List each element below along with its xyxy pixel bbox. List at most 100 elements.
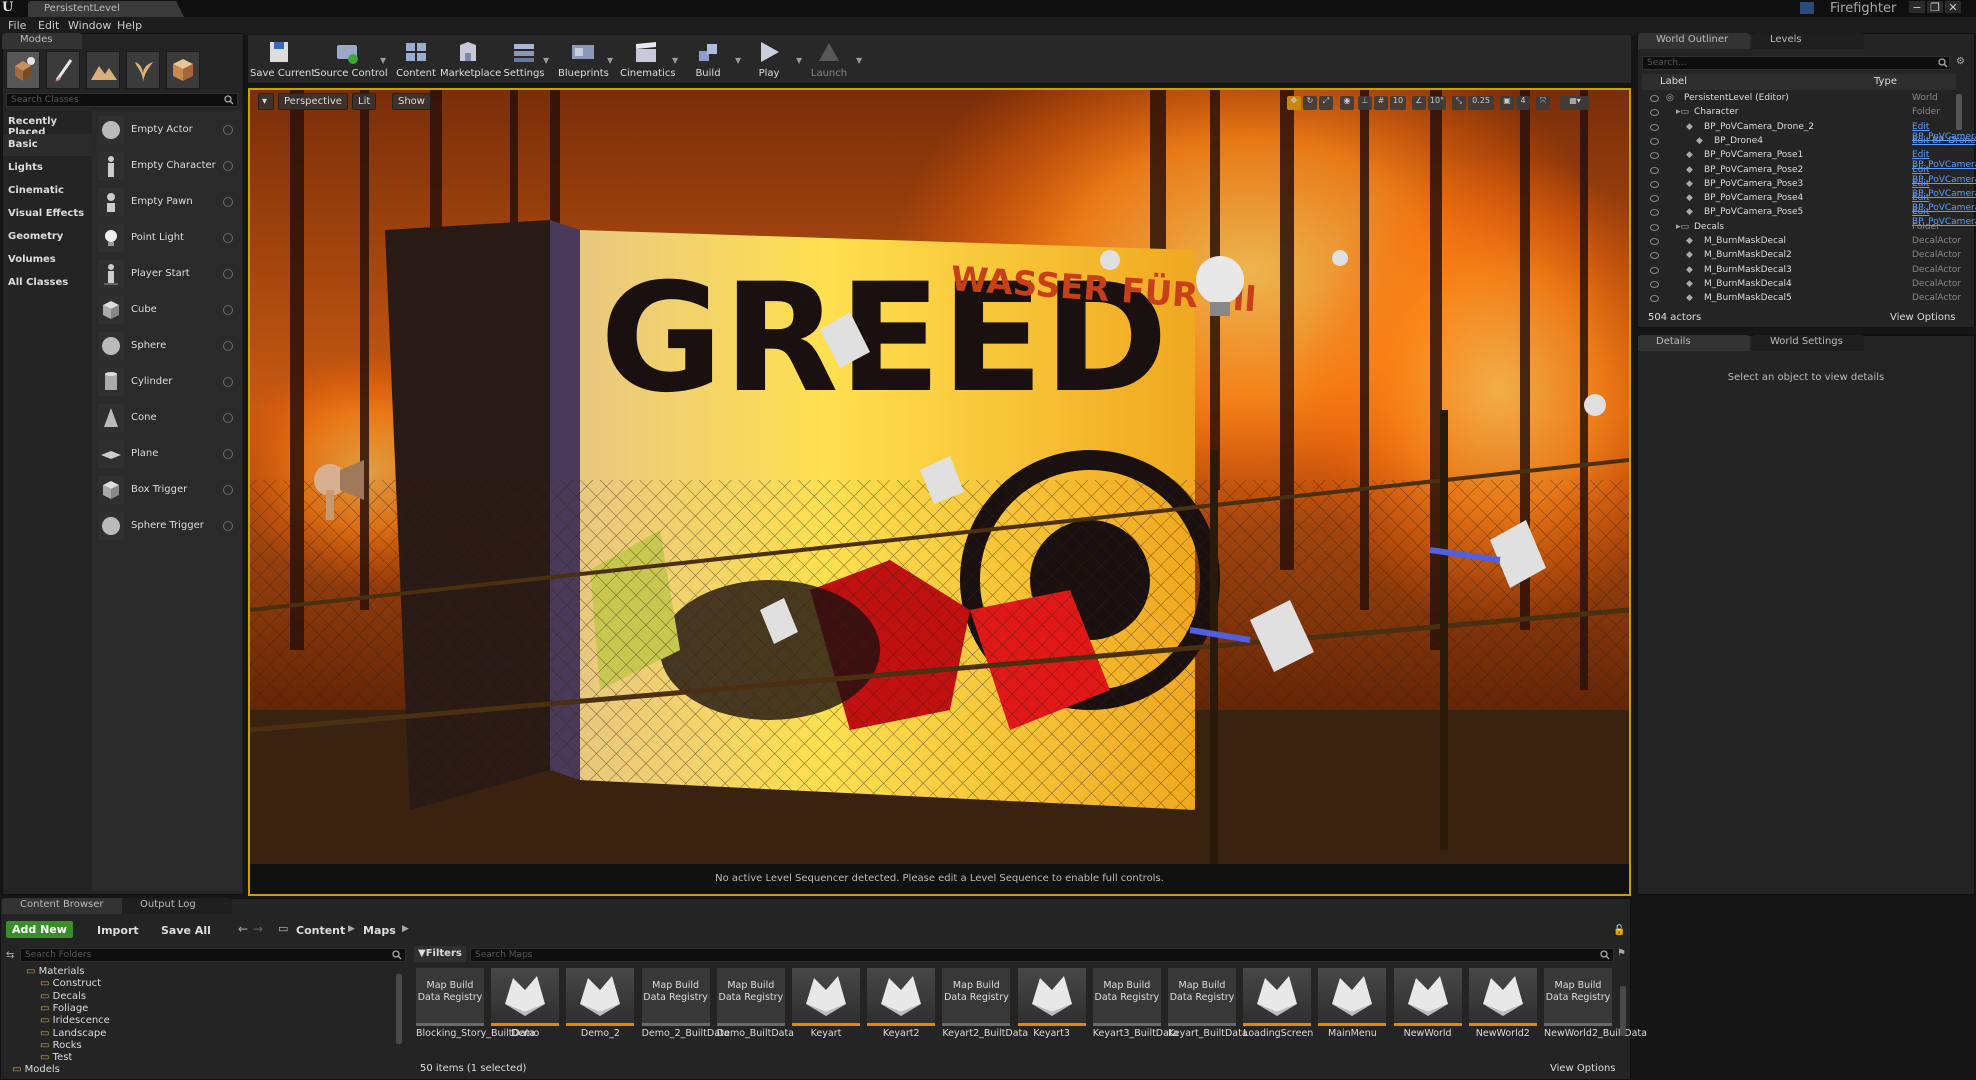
- outliner-row[interactable]: ◆ BP_PoVCamera_Pose5 Edit BP_PoVCamera: [1650, 206, 1976, 227]
- visibility-eye-icon[interactable]: [1650, 252, 1659, 260]
- folder-tree-item[interactable]: ▭ Materials: [26, 966, 84, 978]
- close-button[interactable]: ✕: [1945, 1, 1961, 14]
- scale-snap-value[interactable]: 0.25: [1468, 96, 1494, 110]
- tab-content-browser[interactable]: Content Browser: [2, 898, 126, 914]
- folder-tree-item[interactable]: ▭ Decals: [40, 991, 86, 1003]
- asset-tile[interactable]: Keyart: [792, 968, 860, 1064]
- breadcrumb-maps[interactable]: Maps: [363, 924, 396, 937]
- launch-button[interactable]: Launch: [808, 37, 850, 81]
- source-control-icon[interactable]: [1800, 2, 1814, 14]
- category-basic[interactable]: Basic: [3, 134, 92, 156]
- folder-tree-item[interactable]: ▭ Iridescence: [40, 1015, 110, 1027]
- world-local-icon[interactable]: ◉: [1340, 96, 1354, 110]
- placeable-empty-character[interactable]: Empty Character: [95, 149, 237, 183]
- viewport-scene[interactable]: GREED WASSER FÜR all: [250, 90, 1629, 894]
- asset-tile[interactable]: Demo: [491, 968, 560, 1064]
- info-icon[interactable]: [223, 413, 233, 423]
- asset-tile[interactable]: Keyart2: [867, 968, 936, 1064]
- category-lights[interactable]: Lights: [3, 157, 92, 179]
- outliner-options-icon[interactable]: ⚙: [1956, 56, 1970, 70]
- column-type[interactable]: Type: [1874, 76, 1897, 87]
- scale-snap-icon[interactable]: ⤡: [1452, 96, 1466, 110]
- category-recently-placed[interactable]: Recently Placed: [3, 111, 92, 138]
- level-document-tab[interactable]: PersistentLevel: [28, 1, 184, 17]
- placeable-player-start[interactable]: Player Start: [95, 257, 237, 291]
- outliner-row[interactable]: ◆ BP_PoVCamera_Pose3 Edit BP_PoVCamera: [1650, 178, 1976, 199]
- surface-snap-icon[interactable]: ⊥: [1358, 96, 1372, 110]
- placeable-empty-actor[interactable]: Empty Actor: [95, 113, 237, 147]
- outliner-row[interactable]: ◆ M_BurnMaskDecal3 DecalActor: [1650, 264, 1976, 278]
- outliner-row[interactable]: ◆ M_BurnMaskDecal2 DecalActor: [1650, 249, 1976, 263]
- translate-tool-icon[interactable]: ✥: [1287, 96, 1301, 110]
- cinematics-dropdown-icon[interactable]: ▼: [672, 56, 678, 65]
- grid-snap-icon[interactable]: #: [1374, 96, 1388, 110]
- outliner-row[interactable]: ◆ BP_Drone4 Edit BP_Drone: [1650, 135, 1976, 149]
- placeable-point-light[interactable]: Point Light: [95, 221, 237, 255]
- asset-tile[interactable]: Map Build Data Registry Blocking_Story_Bu…: [416, 968, 535, 1064]
- folder-tree-item[interactable]: ▭ Landscape: [40, 1028, 106, 1040]
- search-classes-input[interactable]: Search Classes: [6, 93, 238, 107]
- tab-details[interactable]: Details: [1638, 335, 1750, 351]
- maximize-button[interactable]: ❐: [1927, 1, 1943, 14]
- info-icon[interactable]: [223, 161, 233, 171]
- play-dropdown-icon[interactable]: ▼: [796, 56, 802, 65]
- menu-help[interactable]: Help: [117, 19, 142, 32]
- build-dropdown-icon[interactable]: ▼: [735, 56, 741, 65]
- folder-tree-item[interactable]: ▭ Models: [12, 1064, 60, 1076]
- folder-tree-item[interactable]: ▭ Construct: [40, 978, 101, 990]
- visibility-eye-icon[interactable]: [1650, 137, 1659, 145]
- info-icon[interactable]: [223, 377, 233, 387]
- add-new-button[interactable]: Add New: [6, 921, 73, 938]
- visibility-eye-icon[interactable]: [1650, 180, 1659, 188]
- blueprints-button[interactable]: Blueprints: [558, 37, 609, 81]
- visibility-eye-icon[interactable]: [1650, 166, 1659, 174]
- visibility-eye-icon[interactable]: [1650, 109, 1659, 117]
- outliner-row[interactable]: ◆ BP_PoVCamera_Drone_2 Edit BP_PoVCamera: [1650, 121, 1976, 142]
- folder-tree-item[interactable]: ▭ Rocks: [40, 1040, 82, 1052]
- info-icon[interactable]: [223, 341, 233, 351]
- asset-tile[interactable]: NewWorld: [1393, 968, 1462, 1064]
- outliner-row[interactable]: ◆ BP_PoVCamera_Pose4 Edit BP_PoVCamera: [1650, 192, 1976, 213]
- column-label[interactable]: Label: [1660, 76, 1687, 87]
- tab-world-outliner[interactable]: World Outliner: [1638, 33, 1750, 49]
- import-button[interactable]: Import: [97, 924, 139, 937]
- menu-edit[interactable]: Edit: [38, 19, 59, 32]
- outliner-row[interactable]: ◆ BP_PoVCamera_Pose2 Edit BP_PoVCamera: [1650, 164, 1976, 185]
- asset-tile[interactable]: Keyart3: [1017, 968, 1086, 1064]
- asset-tile[interactable]: Map Build Data Registry Keyart3_BuiltData: [1092, 968, 1179, 1064]
- tab-levels[interactable]: Levels: [1752, 33, 1864, 49]
- layout-icon[interactable]: ▦▾: [1560, 96, 1590, 110]
- category-cinematic[interactable]: Cinematic: [3, 180, 92, 202]
- visibility-eye-icon[interactable]: [1650, 95, 1659, 102]
- visibility-eye-icon[interactable]: [1650, 195, 1659, 203]
- content-button[interactable]: Content: [394, 37, 438, 81]
- scale-tool-icon[interactable]: ⤢: [1319, 96, 1333, 110]
- source-control-dropdown-icon[interactable]: ▼: [380, 56, 386, 65]
- info-icon[interactable]: [223, 197, 233, 207]
- lock-icon[interactable]: 🔓: [1613, 925, 1625, 937]
- outliner-view-options[interactable]: View Options: [1890, 312, 1956, 323]
- outliner-row[interactable]: ▸▭ Character Folder: [1650, 106, 1976, 120]
- info-icon[interactable]: [223, 125, 233, 135]
- tab-world-settings[interactable]: World Settings: [1752, 335, 1864, 351]
- forward-arrow-icon[interactable]: →: [253, 922, 263, 936]
- menu-file[interactable]: File: [8, 19, 26, 32]
- breadcrumb-content[interactable]: Content: [296, 924, 345, 937]
- placeable-box-trigger[interactable]: Box Trigger: [95, 473, 237, 507]
- info-icon[interactable]: [223, 233, 233, 243]
- source-control-button[interactable]: Source Control: [314, 37, 388, 81]
- mode-landscape[interactable]: [86, 51, 120, 89]
- placeable-plane[interactable]: Plane: [95, 437, 237, 471]
- asset-tile[interactable]: Map Build Data Registry Demo_2_BuiltData: [641, 968, 730, 1064]
- asset-tile[interactable]: Demo_2: [566, 968, 635, 1064]
- filters-button[interactable]: ▼Filters: [414, 946, 466, 962]
- save-all-button[interactable]: Save All: [161, 924, 211, 937]
- visibility-eye-icon[interactable]: [1650, 280, 1659, 288]
- outliner-row[interactable]: ◆ M_BurnMaskDecal5 DecalActor: [1650, 292, 1976, 306]
- asset-tile[interactable]: MainMenu: [1318, 968, 1387, 1064]
- asset-tile[interactable]: Map Build Data Registry Keyart2_BuiltData: [942, 968, 1028, 1064]
- outliner-search-input[interactable]: Search...: [1642, 56, 1950, 70]
- info-icon[interactable]: [223, 305, 233, 315]
- settings-dropdown-icon[interactable]: ▼: [543, 56, 549, 65]
- rotate-tool-icon[interactable]: ↻: [1303, 96, 1317, 110]
